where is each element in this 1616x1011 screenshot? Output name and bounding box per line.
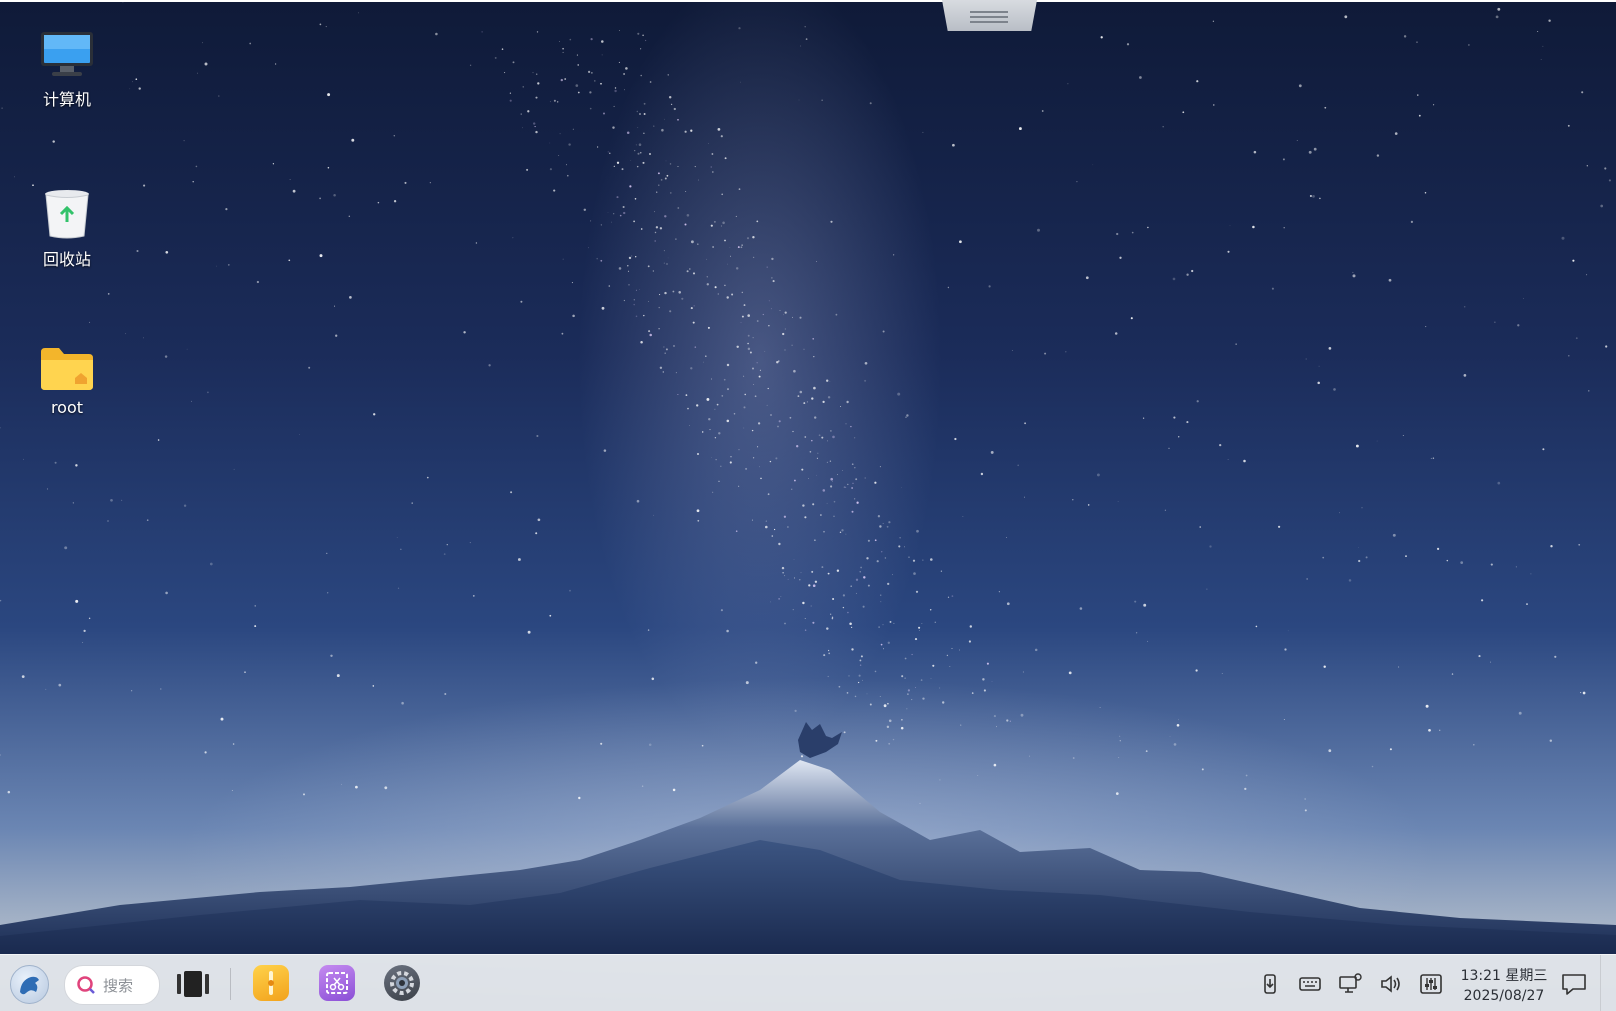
taskbar: 搜索 13:21 星期三 2025/08/27	[0, 954, 1616, 1011]
notification-icon[interactable]	[1560, 971, 1588, 997]
search-placeholder: 搜索	[103, 976, 134, 995]
app-screenshot[interactable]	[319, 965, 355, 1001]
desktop-icon-label: 计算机	[42, 90, 91, 109]
volume-icon[interactable]	[1378, 971, 1404, 997]
screenshot-icon	[326, 972, 348, 994]
file-manager-icon	[268, 971, 274, 995]
multitask-view-button[interactable]	[176, 969, 210, 999]
desktop-icon-label: root	[50, 398, 84, 417]
launcher-button[interactable]	[10, 965, 49, 1004]
desktop-icon-label: 回收站	[42, 250, 91, 269]
desktop-icon-root[interactable]: root	[12, 346, 122, 417]
trash-icon	[45, 190, 89, 239]
app-file-manager[interactable]	[253, 965, 289, 1001]
app-settings[interactable]	[384, 965, 420, 1001]
desktop-icon-trash[interactable]: 回收站	[12, 188, 122, 270]
grip-line	[970, 16, 1008, 18]
clock-date[interactable]: 2025/08/27	[1454, 988, 1554, 1004]
settings-icon	[390, 971, 414, 995]
grip-line	[970, 11, 1008, 13]
taskbar-divider	[230, 968, 231, 1000]
home-folder-icon	[41, 348, 93, 390]
grip-line	[970, 21, 1008, 23]
mixer-icon[interactable]	[1418, 971, 1444, 997]
clock-time[interactable]: 13:21 星期三	[1454, 965, 1554, 985]
top-drop-handle[interactable]	[942, 0, 1037, 31]
desktop[interactable]: 计算机 回收站 root 搜索 13:21 星期三 2025/08/27	[0, 0, 1616, 1011]
search-icon	[77, 976, 95, 994]
search-box[interactable]: 搜索	[64, 965, 160, 1005]
desktop-icon-computer[interactable]: 计算机	[12, 30, 122, 110]
usb-icon[interactable]	[1257, 971, 1283, 997]
computer-icon	[41, 32, 93, 76]
network-icon[interactable]	[1337, 971, 1363, 997]
multitask-icon	[177, 971, 209, 997]
launcher-icon	[20, 976, 39, 995]
show-desktop-button[interactable]	[1600, 955, 1616, 1011]
wallpaper-mountains	[0, 722, 1616, 954]
keyboard-icon[interactable]	[1297, 971, 1323, 997]
